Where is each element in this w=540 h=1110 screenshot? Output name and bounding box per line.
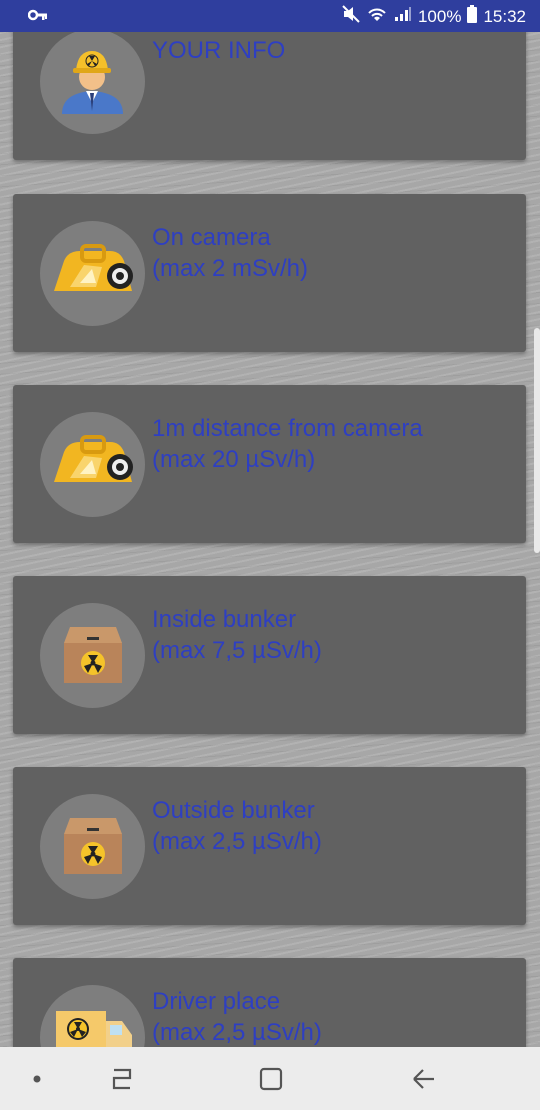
card-driver-place[interactable]: Driver place (max 2,5 µSv/h) <box>13 958 526 1047</box>
recents-icon[interactable] <box>98 1047 146 1110</box>
icon-circle <box>40 603 145 708</box>
card-limit: (max 7,5 µSv/h) <box>152 637 322 664</box>
card-title: YOUR INFO <box>152 37 286 64</box>
card-on-camera[interactable]: On camera (max 2 mSv/h) <box>13 194 526 352</box>
truck-icon <box>56 1011 132 1047</box>
camera-icon <box>54 435 133 482</box>
card-inside-bunker[interactable]: Inside bunker (max 7,5 µSv/h) <box>13 576 526 734</box>
card-limit: (max 20 µSv/h) <box>152 446 316 473</box>
dot-icon <box>22 1047 52 1110</box>
icon-circle <box>40 985 145 1047</box>
card-outside-bunker[interactable]: Outside bunker (max 2,5 µSv/h) <box>13 767 526 925</box>
card-title: Driver place <box>152 988 281 1015</box>
battery-percent: 100% <box>417 6 462 26</box>
camera-icon <box>54 244 133 291</box>
card-title: Outside bunker <box>152 797 315 824</box>
avatar-circle <box>40 32 145 134</box>
card-title: On camera <box>152 224 271 251</box>
card-limit: (max 2,5 µSv/h) <box>152 828 322 855</box>
box-icon <box>64 818 122 874</box>
status-bar: 100% 15:32 <box>0 0 540 32</box>
home-icon[interactable] <box>247 1047 295 1110</box>
worker-icon <box>62 51 123 114</box>
card-limit: (max 2,5 µSv/h) <box>152 1019 322 1046</box>
card-limit: (max 2 mSv/h) <box>152 255 309 282</box>
card-1m-distance[interactable]: 1m distance from camera (max 20 µSv/h) <box>13 385 526 543</box>
card-title: 1m distance from camera <box>152 415 423 442</box>
box-icon <box>64 627 122 683</box>
signal-icon <box>394 6 412 27</box>
background: YOUR INFO On camera (max 2 mSv/h) 1m dis… <box>0 32 540 1047</box>
card-title: Inside bunker <box>152 606 297 633</box>
scrollbar[interactable] <box>534 328 540 553</box>
key-icon <box>27 8 48 27</box>
icon-circle <box>40 412 145 517</box>
back-icon[interactable] <box>400 1047 448 1110</box>
battery-icon <box>467 5 478 28</box>
icon-circle <box>40 221 145 326</box>
clock: 15:32 <box>483 6 526 26</box>
mute-icon <box>342 5 360 28</box>
nav-bar <box>0 1047 540 1110</box>
icon-circle <box>40 794 145 899</box>
card-your-info[interactable]: YOUR INFO <box>13 32 526 160</box>
wifi-icon <box>366 5 388 28</box>
